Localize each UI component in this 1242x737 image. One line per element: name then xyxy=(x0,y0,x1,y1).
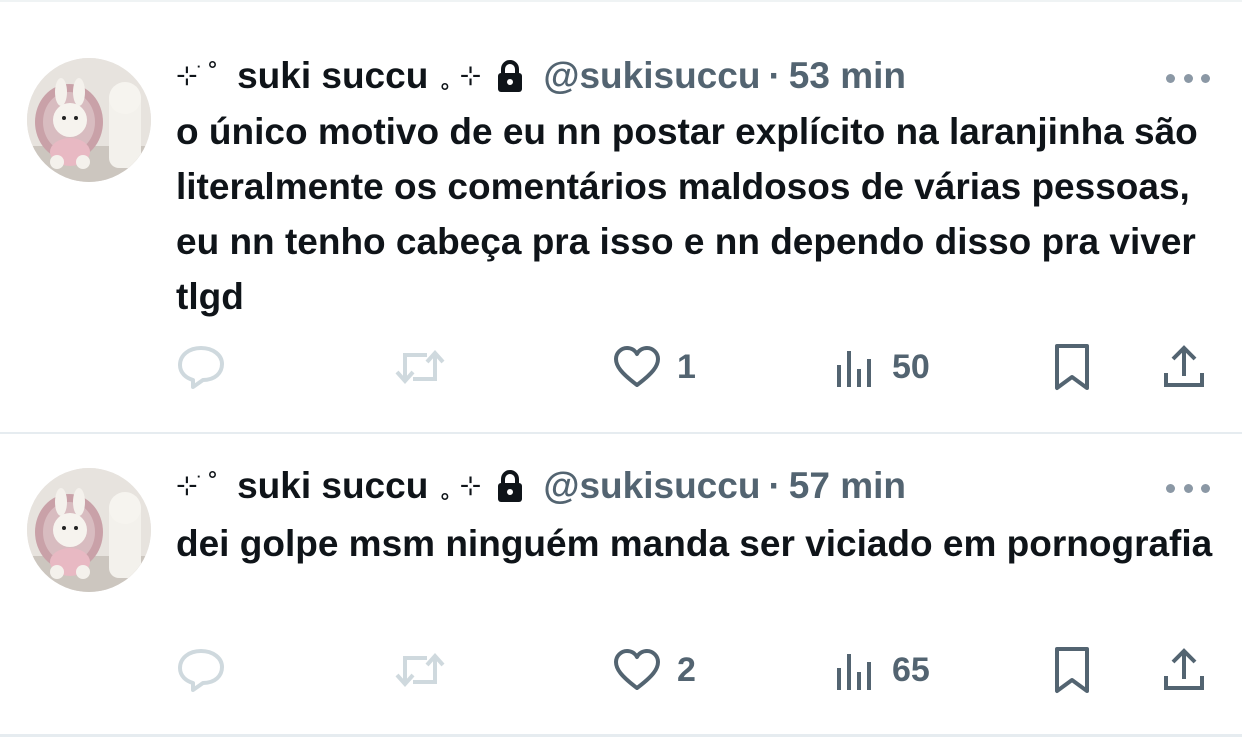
name-decoration-left: ⊹ ֹ˚ xyxy=(176,471,220,501)
lock-icon xyxy=(498,470,523,502)
views-button[interactable]: 65 xyxy=(834,640,930,700)
like-count: 1 xyxy=(677,347,696,386)
name-decoration-right: ˳ ⊹ xyxy=(438,61,482,91)
user-handle[interactable]: @sukisuccu xyxy=(543,465,760,507)
like-button[interactable]: 2 xyxy=(613,640,696,700)
views-button[interactable]: 50 xyxy=(834,337,930,397)
view-count: 65 xyxy=(892,650,930,689)
views-icon xyxy=(837,351,871,387)
share-icon xyxy=(1164,648,1204,690)
bookmark-icon xyxy=(1055,344,1089,390)
heart-icon xyxy=(614,346,660,387)
separator-dot: · xyxy=(768,55,781,96)
more-icon[interactable] xyxy=(1166,478,1210,498)
lock-icon xyxy=(498,60,523,92)
bookmark-button[interactable] xyxy=(1052,640,1092,700)
name-decoration-right: ˳ ⊹ xyxy=(438,471,482,501)
avatar[interactable] xyxy=(27,58,151,182)
share-button[interactable] xyxy=(1160,640,1208,700)
separator-dot: · xyxy=(768,465,781,506)
bookmark-icon xyxy=(1055,647,1089,693)
tweet[interactable]: ⊹ ֹ˚ suki succu ˳ ⊹ @sukisuccu · 53 min … xyxy=(0,2,1242,432)
reply-button[interactable] xyxy=(176,337,226,397)
retweet-button[interactable] xyxy=(393,640,447,700)
like-button[interactable]: 1 xyxy=(613,337,696,397)
share-button[interactable] xyxy=(1160,337,1208,397)
tweet-actions: 2 65 xyxy=(0,640,1242,700)
more-icon[interactable] xyxy=(1166,68,1210,88)
retweet-button[interactable] xyxy=(393,337,447,397)
timestamp[interactable]: 57 min xyxy=(789,465,906,507)
share-icon xyxy=(1164,345,1204,387)
tweet-header: ⊹ ֹ˚ suki succu ˳ ⊹ @sukisuccu · 53 min xyxy=(176,52,906,100)
display-name[interactable]: suki succu xyxy=(237,55,428,97)
tweet-text: o único motivo de eu nn postar explícito… xyxy=(176,111,1198,317)
avatar-image xyxy=(27,58,151,182)
like-count: 2 xyxy=(677,650,696,689)
bookmark-button[interactable] xyxy=(1052,337,1092,397)
views-icon xyxy=(837,654,871,690)
reply-icon xyxy=(178,346,224,389)
timestamp[interactable]: 53 min xyxy=(789,55,906,97)
user-handle[interactable]: @sukisuccu xyxy=(543,55,760,97)
tweet-header: ⊹ ֹ˚ suki succu ˳ ⊹ @sukisuccu · 57 min xyxy=(176,462,906,510)
heart-icon xyxy=(614,649,660,690)
retweet-icon xyxy=(395,652,445,688)
tweet-actions: 1 50 xyxy=(0,337,1242,397)
display-name[interactable]: suki succu xyxy=(237,465,428,507)
retweet-icon xyxy=(395,349,445,385)
tweet-text: dei golpe msm ninguém manda ser viciado … xyxy=(176,523,1213,564)
avatar[interactable] xyxy=(27,468,151,592)
reply-icon xyxy=(178,649,224,692)
name-decoration-left: ⊹ ֹ˚ xyxy=(176,61,220,91)
reply-button[interactable] xyxy=(176,640,226,700)
view-count: 50 xyxy=(892,347,930,386)
avatar-image xyxy=(27,468,151,592)
tweet[interactable]: ⊹ ֹ˚ suki succu ˳ ⊹ @sukisuccu · 57 min … xyxy=(0,434,1242,734)
